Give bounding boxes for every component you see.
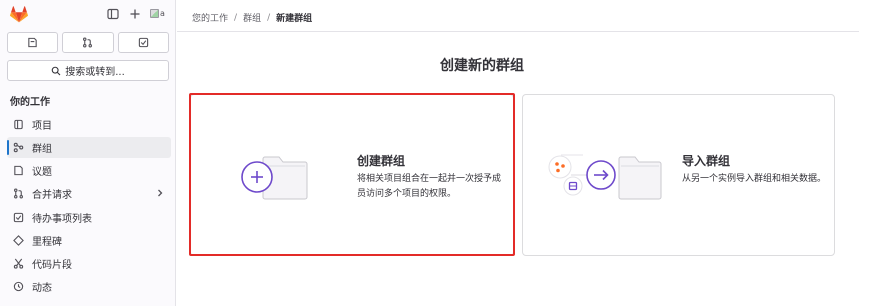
chevron-right-icon[interactable] bbox=[155, 187, 165, 199]
group-icon bbox=[12, 142, 24, 154]
folder-import-illustration-icon bbox=[548, 154, 662, 200]
sidebar-item-projects[interactable]: 项目 bbox=[7, 114, 171, 135]
sidebar: a 搜索或转到... 你的工作 项目 群组 议题 合并请求 待办事项列表 里程碑… bbox=[0, 0, 176, 306]
create-group-card[interactable]: 创建群组 将相关项目组合在一起并一次授予成员访问多个项目的权限。 bbox=[190, 94, 514, 256]
sidebar-item-label: 项目 bbox=[32, 121, 52, 132]
todos-shortcut-button[interactable] bbox=[117, 32, 169, 53]
todo-icon bbox=[12, 212, 24, 224]
create-group-description: 将相关项目组合在一起并一次授予成员访问多个项目的权限。 bbox=[357, 174, 502, 199]
merge-request-icon bbox=[83, 37, 93, 48]
sidebar-toggle-icon[interactable] bbox=[106, 7, 120, 21]
milestone-icon bbox=[12, 235, 24, 247]
sidebar-item-label: 合并请求 bbox=[32, 190, 72, 201]
create-group-title: 创建群组 bbox=[357, 154, 406, 168]
sidebar-item-issues[interactable]: 议题 bbox=[7, 160, 171, 181]
merge-requests-shortcut-button[interactable] bbox=[62, 32, 114, 53]
avatar[interactable]: a bbox=[150, 6, 168, 20]
avatar-alt-text: a bbox=[160, 8, 165, 18]
issues-icon bbox=[12, 165, 24, 177]
sidebar-item-label: 待办事项列表 bbox=[32, 214, 92, 225]
import-group-description: 从另一个实例导入群组和相关数据。 bbox=[682, 174, 827, 184]
search-icon bbox=[51, 66, 61, 75]
folder-plus-illustration-icon bbox=[241, 156, 308, 200]
sidebar-item-todos[interactable]: 待办事项列表 bbox=[7, 207, 171, 228]
issues-shortcut-button[interactable] bbox=[7, 32, 59, 53]
breadcrumb-item-new-group[interactable]: 新建群组 bbox=[276, 11, 312, 24]
sidebar-header: a bbox=[0, 0, 176, 30]
activity-icon bbox=[12, 281, 24, 293]
sidebar-item-groups[interactable]: 群组 bbox=[7, 137, 171, 158]
plus-icon[interactable] bbox=[128, 7, 142, 21]
breadcrumb-item-groups[interactable]: 群组 bbox=[243, 11, 261, 24]
sidebar-item-label: 里程碑 bbox=[32, 237, 62, 248]
sidebar-item-snippets[interactable]: 代码片段 bbox=[7, 253, 171, 274]
snippet-icon bbox=[12, 258, 24, 270]
issues-icon bbox=[28, 37, 37, 48]
breadcrumb: 您的工作 / 群组 / 新建群组 bbox=[192, 11, 312, 25]
project-icon bbox=[12, 119, 24, 131]
breadcrumb-separator: / bbox=[234, 12, 238, 23]
broken-image-icon bbox=[150, 8, 159, 18]
sidebar-item-label: 群组 bbox=[32, 144, 52, 155]
breadcrumb-separator: / bbox=[267, 12, 271, 23]
sidebar-item-label: 代码片段 bbox=[32, 260, 72, 271]
gitlab-logo-icon[interactable] bbox=[10, 6, 28, 23]
sidebar-item-activity[interactable]: 动态 bbox=[7, 276, 171, 297]
sidebar-item-merge-requests[interactable]: 合并请求 bbox=[7, 183, 171, 204]
import-group-card[interactable]: 导入群组 从另一个实例导入群组和相关数据。 bbox=[522, 94, 835, 256]
search-button[interactable]: 搜索或转到... bbox=[7, 60, 169, 81]
sidebar-item-label: 议题 bbox=[32, 167, 52, 178]
breadcrumb-item-your-work[interactable]: 您的工作 bbox=[192, 11, 228, 24]
sidebar-item-milestones[interactable]: 里程碑 bbox=[7, 230, 171, 251]
sidebar-section-title: 你的工作 bbox=[10, 97, 50, 108]
import-group-title: 导入群组 bbox=[682, 154, 731, 168]
search-label: 搜索或转到... bbox=[65, 67, 125, 78]
todo-icon bbox=[138, 37, 148, 48]
quick-actions bbox=[7, 32, 169, 53]
sidebar-item-label: 动态 bbox=[32, 283, 52, 294]
page-title: 创建新的群组 bbox=[440, 58, 524, 74]
merge-request-icon bbox=[12, 188, 24, 200]
header-divider bbox=[177, 31, 859, 32]
